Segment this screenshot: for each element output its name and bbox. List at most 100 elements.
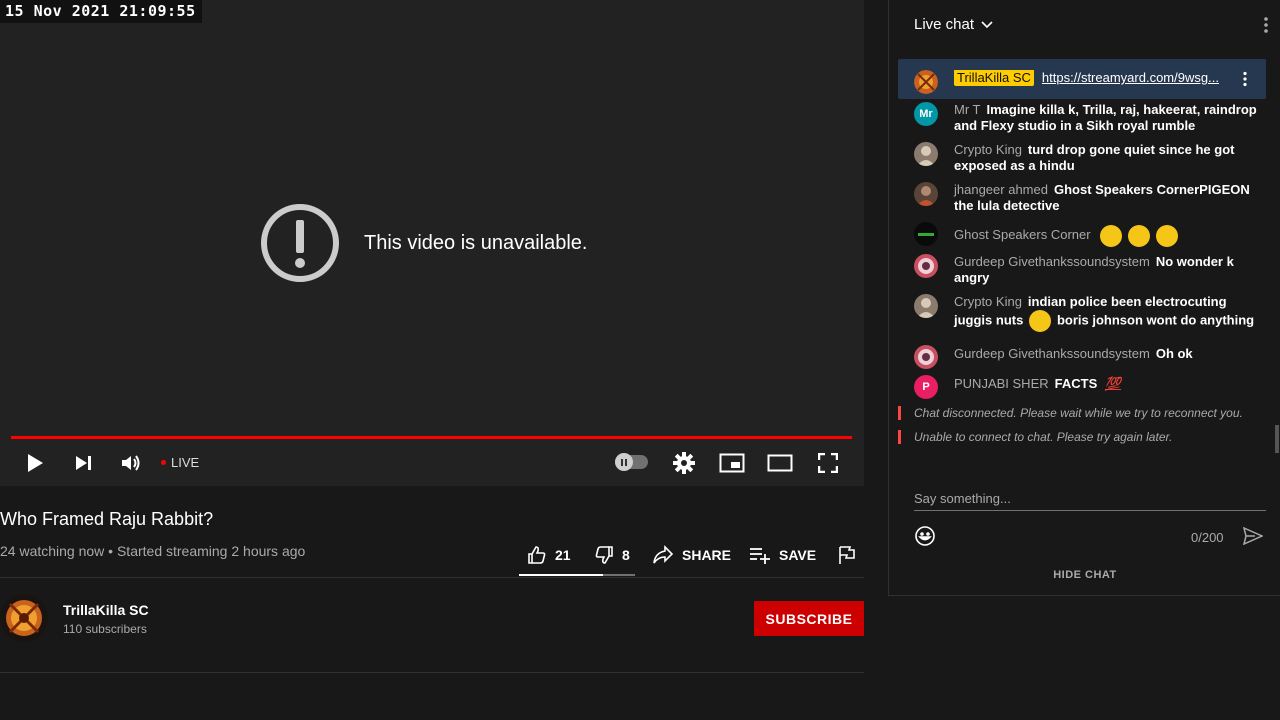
progress-bar[interactable] [11,436,852,439]
chat-scrollbar[interactable] [1275,425,1279,453]
streamyard-link[interactable]: https://streamyard.com/9wsg... [1042,70,1219,85]
chat-mode-dropdown[interactable]: Live chat [914,16,994,33]
laughing-emoji-icon [1156,225,1179,247]
author-name[interactable]: Crypto King [954,142,1022,157]
author-avatar [914,70,938,94]
autoplay-toggle[interactable] [615,453,648,471]
channel-avatar[interactable] [0,594,48,642]
more-vertical-icon [1243,71,1247,87]
like-count: 21 [555,547,571,563]
person-avatar-icon [918,349,934,365]
chat-header: Live chat [889,0,1280,49]
author-name[interactable]: Crypto King [954,294,1022,309]
author-name[interactable]: Ghost Speakers Corner [954,227,1091,242]
settings-icon [673,452,695,474]
author-avatar [914,294,938,318]
miniplayer-icon [719,453,745,473]
chat-message: P PUNJABI SHER FACTS 💯 [914,375,1259,399]
message-text: Imagine killa k, Trilla, raj, hakeerat, … [954,102,1257,133]
live-label: LIVE [171,455,200,470]
play-icon [28,454,43,472]
pinned-more-button[interactable] [1242,71,1248,92]
message-text: boris johnson wont do anything [1056,312,1255,328]
author-avatar [914,345,938,369]
message-text: Oh ok [1155,346,1193,361]
theater-icon [767,454,793,472]
play-button[interactable] [22,450,48,476]
person-avatar-icon [917,186,935,206]
pause-icon [615,453,633,471]
laughing-emoji-icon [1128,225,1151,247]
miniplayer-button[interactable] [719,450,745,476]
more-vertical-icon [1264,17,1268,33]
next-icon [76,456,91,470]
chat-message: Gurdeep Givethankssoundsystem No wonder k… [914,254,1259,286]
pinned-message[interactable]: TrillaKilla SC https://streamyard.com/9ws… [898,59,1266,99]
playlist-add-icon [750,548,770,564]
author-avatar: P [914,375,938,399]
report-button[interactable] [838,545,864,565]
share-button[interactable]: SHARE [652,545,731,565]
save-button[interactable]: SAVE [749,545,816,565]
character-counter: 0/200 [1191,530,1224,545]
divider [0,577,864,578]
chat-more-button[interactable] [1263,16,1269,39]
live-dot [161,460,166,465]
emoji-button[interactable] [914,525,936,552]
author-name[interactable]: Gurdeep Givethankssoundsystem [954,346,1150,361]
chat-input[interactable] [914,491,1266,506]
send-button[interactable] [1242,526,1264,550]
video-player[interactable]: 15 Nov 2021 21:09:55 This video is unava… [0,0,864,486]
author-avatar [914,142,938,166]
video-title: Who Framed Raju Rabbit? [0,509,214,529]
timestamp-overlay: 15 Nov 2021 21:09:55 [0,0,202,23]
laughing-emoji-icon [1100,225,1123,247]
fullscreen-button[interactable] [815,450,841,476]
send-icon [1242,526,1264,546]
author-name[interactable]: jhangeer ahmed [954,182,1048,197]
like-button[interactable]: 21 [527,545,571,565]
subscriber-count: 110 subscribers [63,622,147,636]
input-underline [914,510,1266,511]
pinned-chat-message: TrillaKilla SC https://streamyard.com/9ws… [914,70,1244,94]
like-ratio-fill [519,574,603,576]
author-avatar: Mr [914,102,938,126]
divider [0,672,864,673]
volume-button[interactable] [118,450,144,476]
chat-message: Crypto King indian police been electrocut… [914,294,1259,332]
video-meta: 24 watching now • Started streaming 2 ho… [0,543,306,559]
dizzy-face-emoji-icon [1028,310,1051,332]
subscribe-button[interactable]: SUBSCRIBE [754,601,864,636]
author-name[interactable]: Gurdeep Givethankssoundsystem [954,254,1150,269]
channel-logo-icon [0,594,48,642]
smiley-icon [915,526,935,546]
live-chat-panel: Live chat TrillaKilla SC https://streamya… [888,0,1280,596]
system-message-text: Chat disconnected. Please wait while we … [914,406,1243,420]
thumbs-up-icon [528,546,546,564]
error-icon [261,204,339,282]
chat-message: jhangeer ahmed Ghost Speakers CornerPIGEO… [914,182,1259,214]
chevron-down-icon [981,20,993,28]
channel-name[interactable]: TrillaKilla SC [63,602,149,618]
message-text: FACTS [1054,376,1098,391]
author-avatar [914,182,938,206]
chat-message: Crypto King turd drop gone quiet since he… [914,142,1259,174]
error-indicator [898,406,901,420]
next-button[interactable] [70,450,96,476]
hide-chat-button[interactable]: HIDE CHAT [889,569,1280,581]
system-message: Unable to connect to chat. Please try ag… [898,430,1172,444]
theater-button[interactable] [767,450,793,476]
channel-logo-icon [914,70,938,94]
live-indicator[interactable]: LIVE [161,455,199,470]
system-message-text: Unable to connect to chat. Please try ag… [914,430,1173,444]
author-avatar [914,254,938,278]
chat-message: Mr Mr T Imagine killa k, Trilla, raj, hak… [914,102,1259,134]
author-name[interactable]: PUNJABI SHER [954,376,1049,391]
settings-button[interactable] [671,450,697,476]
fullscreen-icon [818,453,838,473]
dislike-button[interactable]: 8 [594,545,630,565]
author-name[interactable]: Mr T [954,102,980,117]
chat-title: Live chat [914,16,975,33]
person-avatar-icon [917,298,935,318]
unavailable-text: This video is unavailable. [364,231,588,254]
